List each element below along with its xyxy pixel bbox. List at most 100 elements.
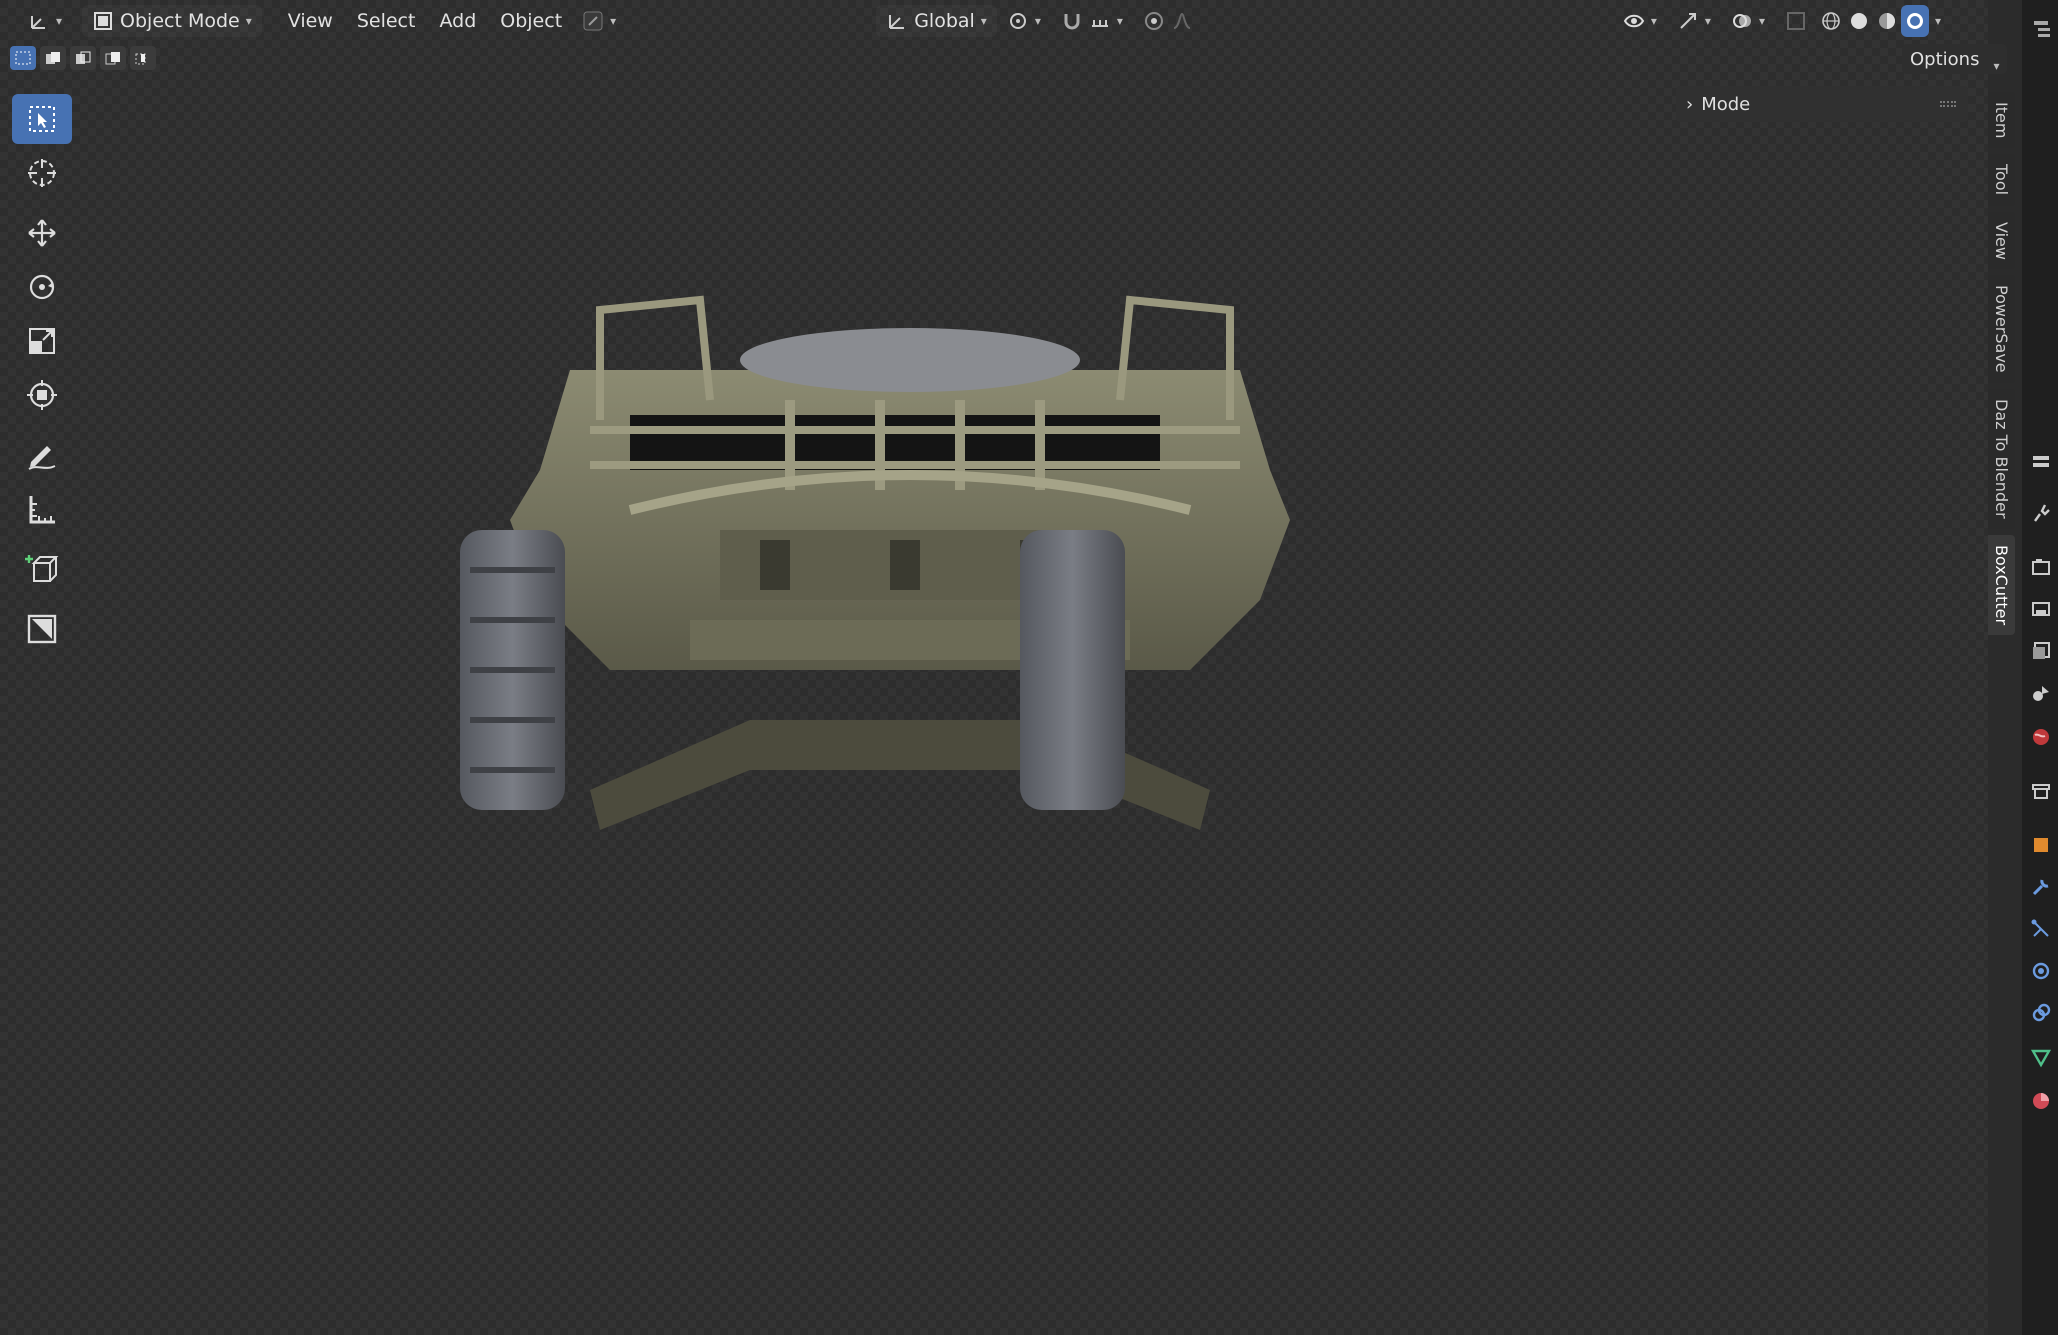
tool-annotate[interactable] <box>12 430 72 480</box>
gizmo-icon <box>583 11 603 31</box>
properties-editor-tabs <box>2022 0 2058 1335</box>
select-intersect-icon <box>135 53 146 65</box>
mode-dropdown[interactable]: Object Mode ▾ <box>82 5 262 37</box>
outliner-filter-icon[interactable] <box>2030 18 2052 40</box>
vehicle-model-render[interactable] <box>460 290 1340 980</box>
wrench-screwdriver-icon[interactable] <box>2030 502 2052 524</box>
proportional-icon <box>1144 12 1163 30</box>
chevron-down-icon[interactable]: ▾ <box>1935 14 1941 28</box>
select-intersect-button[interactable] <box>130 46 156 70</box>
modifier-wrench-icon[interactable] <box>2030 876 2052 898</box>
boxcutter-icon <box>27 614 57 644</box>
mesh-data-icon[interactable] <box>2030 1046 2052 1068</box>
rendered-sphere-icon <box>1906 13 1923 29</box>
particles-icon[interactable] <box>2030 918 2052 940</box>
shading-rendered-button[interactable] <box>1900 5 1929 37</box>
tool-move[interactable] <box>12 208 72 258</box>
transform-orientation-label: Global <box>914 10 975 32</box>
tool-rotate[interactable] <box>12 262 72 312</box>
material-sphere-icon <box>1878 13 1895 29</box>
pivot-point-button[interactable]: ▾ <box>997 5 1051 37</box>
mode-panel-header[interactable]: › Mode <box>1676 86 1968 122</box>
select-invert-button[interactable] <box>100 46 126 70</box>
measure-icon <box>29 496 55 524</box>
tab-powersave[interactable]: PowerSave <box>1988 275 2015 384</box>
selection-mode-group <box>10 46 156 70</box>
transform-icon <box>27 380 57 410</box>
world-icon[interactable] <box>2030 726 2052 748</box>
tab-view[interactable]: View <box>1988 211 2015 270</box>
tab-daz-to-blender[interactable]: Daz To Blender <box>1988 389 2015 529</box>
cursor-icon <box>28 159 56 187</box>
tool-cursor[interactable] <box>12 148 72 198</box>
snap-toggle[interactable]: ▾ <box>1051 5 1133 37</box>
proportional-editing-toggle[interactable] <box>1133 5 1203 37</box>
material-icon[interactable] <box>2030 1090 2052 1112</box>
overlays-toggle[interactable]: ▾ <box>1721 5 1775 37</box>
right-tire <box>1020 530 1125 810</box>
gizmo-toggle[interactable]: ▾ <box>1667 5 1721 37</box>
tool-boxcutter[interactable] <box>12 604 72 654</box>
viewport-header: ▾ Object Mode ▾ View Select Add Object ▾… <box>0 0 1988 42</box>
drag-grip-icon[interactable] <box>1940 101 1956 107</box>
editor-type-button[interactable]: ▾ <box>18 5 72 37</box>
wireframe-sphere-icon <box>1822 12 1840 30</box>
render-icon[interactable] <box>2030 556 2052 578</box>
scene-icon[interactable] <box>2030 682 2052 704</box>
roof-hatch <box>740 328 1080 392</box>
chevron-right-icon: › <box>1686 93 1694 115</box>
tool-settings-icon[interactable] <box>2030 450 2052 472</box>
tab-tool[interactable]: Tool <box>1988 154 2015 206</box>
options-label: Options <box>1910 48 1980 70</box>
view-layer-icon[interactable] <box>2030 640 2052 662</box>
add-cube-icon <box>25 555 59 582</box>
rotate-icon <box>29 274 55 300</box>
menu-add[interactable]: Add <box>429 5 486 37</box>
constraints-icon[interactable] <box>2030 1002 2052 1024</box>
chevron-down-icon: ▾ <box>56 14 63 28</box>
pivot-icon <box>1009 13 1026 29</box>
magnet-icon <box>1064 14 1080 30</box>
shading-pie-button[interactable]: ▾ <box>572 5 626 37</box>
tool-scale[interactable] <box>12 316 72 366</box>
chevron-down-icon: ▾ <box>1034 14 1041 28</box>
gizmo-arrow-icon <box>1680 13 1696 29</box>
xray-toggle[interactable] <box>1775 5 1817 37</box>
menu-select[interactable]: Select <box>347 5 426 37</box>
object-icon[interactable] <box>2030 834 2052 856</box>
tool-shelf <box>12 94 76 658</box>
tab-boxcutter[interactable]: BoxCutter <box>1988 534 2015 635</box>
menu-view[interactable]: View <box>278 5 343 37</box>
overlays-icon <box>1732 14 1751 28</box>
chevron-down-icon: ▾ <box>245 14 252 28</box>
select-subtract-button[interactable] <box>70 46 96 70</box>
output-icon[interactable] <box>2030 598 2052 620</box>
chevron-down-icon: ▾ <box>1704 14 1711 28</box>
eye-icon <box>1623 14 1645 28</box>
object-visibility-button[interactable]: ▾ <box>1613 5 1667 37</box>
snap-increment-icon <box>1091 20 1108 27</box>
shading-material-button[interactable] <box>1873 5 1901 37</box>
chevron-down-icon: ▾ <box>1993 59 2000 73</box>
solid-sphere-icon <box>1850 13 1867 29</box>
tool-transform[interactable] <box>12 370 72 420</box>
select-subtract-icon <box>76 51 91 64</box>
sidebar-tabs: Item Tool View PowerSave Daz To Blender … <box>1988 92 2018 641</box>
tool-add-cube[interactable] <box>12 544 72 594</box>
select-new-button[interactable] <box>10 46 36 70</box>
select-new-icon <box>15 51 31 65</box>
tab-item[interactable]: Item <box>1988 92 2015 149</box>
collection-icon[interactable] <box>2030 780 2052 802</box>
select-extend-button[interactable] <box>40 46 66 70</box>
chevron-down-icon: ▾ <box>610 14 617 28</box>
shading-solid-button[interactable] <box>1845 5 1873 37</box>
transform-orientation-dropdown[interactable]: Global ▾ <box>876 5 997 37</box>
tool-measure[interactable] <box>12 484 72 534</box>
chevron-down-icon: ▾ <box>980 14 987 28</box>
shading-wireframe-button[interactable] <box>1817 5 1845 37</box>
tool-select-box[interactable] <box>12 94 72 144</box>
options-dropdown[interactable]: Options ▾ <box>1902 44 2008 74</box>
menu-object[interactable]: Object <box>490 5 572 37</box>
mode-label: Object Mode <box>120 10 240 32</box>
physics-icon[interactable] <box>2030 960 2052 982</box>
